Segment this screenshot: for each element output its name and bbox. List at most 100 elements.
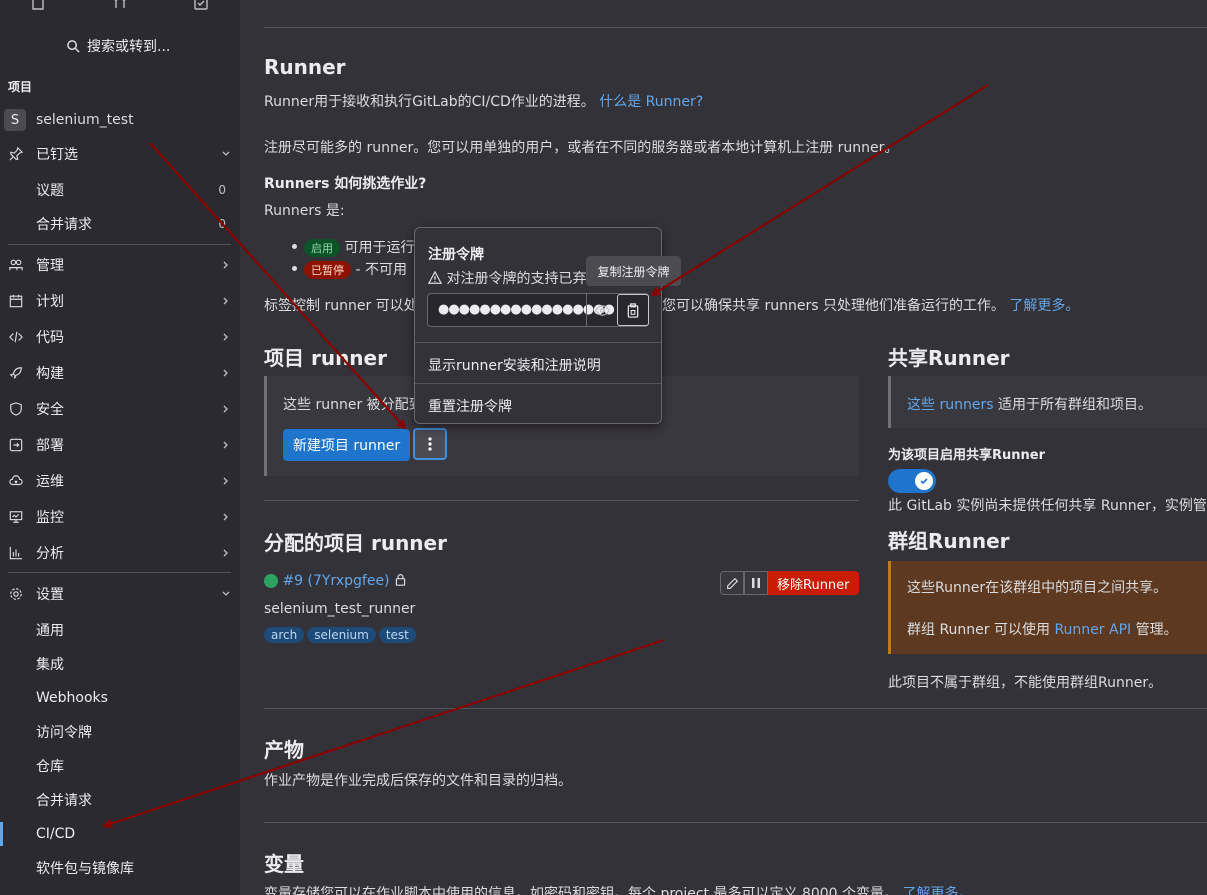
sidebar-item-label: 软件包与镜像库 xyxy=(36,861,134,877)
group-box-line1: 这些Runner在该群组中的项目之间共享。 xyxy=(907,580,1168,596)
tags-text: 标签控制 runner 可以处 xyxy=(264,298,418,314)
avatar: S xyxy=(4,109,26,131)
search-icon xyxy=(67,39,80,53)
lock-icon xyxy=(395,574,406,586)
more-actions-button[interactable] xyxy=(413,428,447,460)
sidebar-item-merge-requests[interactable]: 合并请求 0 xyxy=(0,207,240,241)
divider xyxy=(8,572,231,573)
sidebar-item-pinned[interactable]: 已钉选 xyxy=(0,137,240,171)
gear-icon xyxy=(8,586,24,602)
arrow-to-copy-button xyxy=(650,84,989,297)
new-project-runner-button[interactable]: 新建项目 runner xyxy=(283,429,410,461)
sidebar-item-secure[interactable]: 安全 xyxy=(0,392,240,426)
pencil-icon xyxy=(726,577,738,589)
tag: selenium xyxy=(307,627,376,643)
monitor-icon xyxy=(8,509,24,525)
project-name: selenium_test xyxy=(36,112,134,128)
dropdown-divider xyxy=(415,342,661,343)
sidebar-item-settings-merge-requests[interactable]: 合并请求 xyxy=(0,783,240,817)
deprecation-warning: 对注册令牌的支持已弃 xyxy=(446,271,587,287)
sidebar-item-settings[interactable]: 设置 xyxy=(0,577,240,611)
sidebar-item-code[interactable]: 代码 xyxy=(0,320,240,354)
token-field[interactable]: ●●●●●●●●●●●●●●●●● xyxy=(427,293,649,327)
dropdown-title: 注册令牌 xyxy=(428,247,484,263)
pause-runner-button[interactable] xyxy=(744,571,768,595)
edit-runner-button[interactable] xyxy=(720,571,744,595)
sidebar-item-label: 监控 xyxy=(36,510,64,526)
sidebar-item-analyze[interactable]: 分析 xyxy=(0,536,240,570)
group-box-line2: 群组 Runner 可以使用 xyxy=(907,622,1050,638)
section-divider xyxy=(264,500,859,501)
runner-section-title: Runner xyxy=(264,55,346,79)
variables-title: 变量 xyxy=(264,852,304,876)
chart-icon xyxy=(8,545,24,561)
deploy-icon xyxy=(8,437,24,453)
clipboard-icon xyxy=(627,302,639,318)
chevron-right-icon xyxy=(223,405,228,413)
shared-runner-toggle[interactable] xyxy=(888,469,936,493)
sidebar-item-label: 合并请求 xyxy=(36,793,92,809)
pin-icon xyxy=(8,146,24,162)
how-runners-pick-title: Runners 如何挑选作业? xyxy=(264,176,427,192)
chevron-right-icon xyxy=(223,477,228,485)
sidebar-item-build[interactable]: 构建 xyxy=(0,356,240,390)
sidebar-item-access-tokens[interactable]: 访问令牌 xyxy=(0,715,240,749)
sidebar-item-label: 计划 xyxy=(36,294,64,310)
bullet-text: - 不可用 xyxy=(355,262,407,278)
chevron-right-icon xyxy=(223,333,228,341)
chevron-right-icon xyxy=(223,549,228,557)
these-runners-link[interactable]: 这些 runners xyxy=(907,397,994,413)
reveal-token-button[interactable] xyxy=(586,294,618,326)
sidebar-item-cicd[interactable]: CI/CD xyxy=(0,817,240,851)
sidebar-item-plan[interactable]: 计划 xyxy=(0,284,240,318)
group-box-line2-end: 管理。 xyxy=(1135,622,1178,638)
sidebar-item-general[interactable]: 通用 xyxy=(0,613,240,647)
new-item-icon[interactable] xyxy=(30,0,46,10)
sidebar-item-manage[interactable]: 管理 xyxy=(0,248,240,282)
sidebar-item-packages-registries[interactable]: 软件包与镜像库 xyxy=(0,851,240,885)
sidebar-item-label: 分析 xyxy=(36,546,64,562)
remove-runner-button[interactable]: 移除Runner xyxy=(768,571,859,595)
copy-token-button[interactable] xyxy=(617,294,649,326)
reset-token-item[interactable]: 重置注册令牌 xyxy=(428,396,512,416)
kebab-icon xyxy=(428,437,432,451)
project-link[interactable]: S selenium_test xyxy=(4,108,236,132)
sidebar-item-repository[interactable]: 仓库 xyxy=(0,749,240,783)
sidebar-item-monitor[interactable]: 监控 xyxy=(0,500,240,534)
project-runner-box-text: 这些 runner 被分配到 xyxy=(283,397,423,413)
register-text: 注册尽可能多的 runner。您可以用单独的用户，或者在不同的服务器或者本地计算… xyxy=(264,140,899,156)
sidebar-item-label: CI/CD xyxy=(36,826,76,842)
assigned-runner-title: 分配的项目 runner xyxy=(264,531,447,555)
runner-api-link[interactable]: Runner API xyxy=(1054,622,1131,638)
sidebar-item-label: Webhooks xyxy=(36,690,108,706)
chevron-down-icon xyxy=(222,151,230,156)
sidebar-item-label: 部署 xyxy=(36,438,64,454)
tag: arch xyxy=(264,627,305,643)
group-runner-title: 群组Runner xyxy=(888,529,1010,553)
dropdown-divider xyxy=(415,383,661,384)
sidebar-item-label: 运维 xyxy=(36,474,64,490)
eye-icon xyxy=(595,304,610,316)
variables-learn-more-link[interactable]: 了解更多。 xyxy=(902,886,972,895)
sidebar-item-label: 已钉选 xyxy=(36,147,78,163)
learn-more-link[interactable]: 了解更多。 xyxy=(1009,298,1079,314)
bullet xyxy=(292,266,297,271)
todo-icon[interactable] xyxy=(193,0,209,10)
what-is-runner-link[interactable]: 什么是 Runner? xyxy=(599,94,703,110)
sidebar-item-webhooks[interactable]: Webhooks xyxy=(0,681,240,715)
search-button[interactable]: 搜索或转到... xyxy=(66,36,170,56)
rocket-icon xyxy=(8,365,24,381)
sidebar-item-issues[interactable]: 议题 0 xyxy=(0,173,240,207)
chevron-right-icon xyxy=(223,261,228,269)
section-divider xyxy=(264,27,1207,28)
sidebar-item-deploy[interactable]: 部署 xyxy=(0,428,240,462)
runner-id-link[interactable]: #9 (7Yrxpgfee) xyxy=(282,573,389,589)
sidebar-item-integrations[interactable]: 集成 xyxy=(0,647,240,681)
merge-request-icon[interactable] xyxy=(112,0,128,10)
sidebar-item-label: 设置 xyxy=(36,587,64,603)
sidebar-item-operate[interactable]: 运维 xyxy=(0,464,240,498)
section-label: 项目 xyxy=(8,80,33,94)
runner-tags: arch selenium test xyxy=(264,627,419,643)
show-instructions-item[interactable]: 显示runner安装和注册说明 xyxy=(428,355,601,375)
chevron-right-icon xyxy=(223,297,228,305)
